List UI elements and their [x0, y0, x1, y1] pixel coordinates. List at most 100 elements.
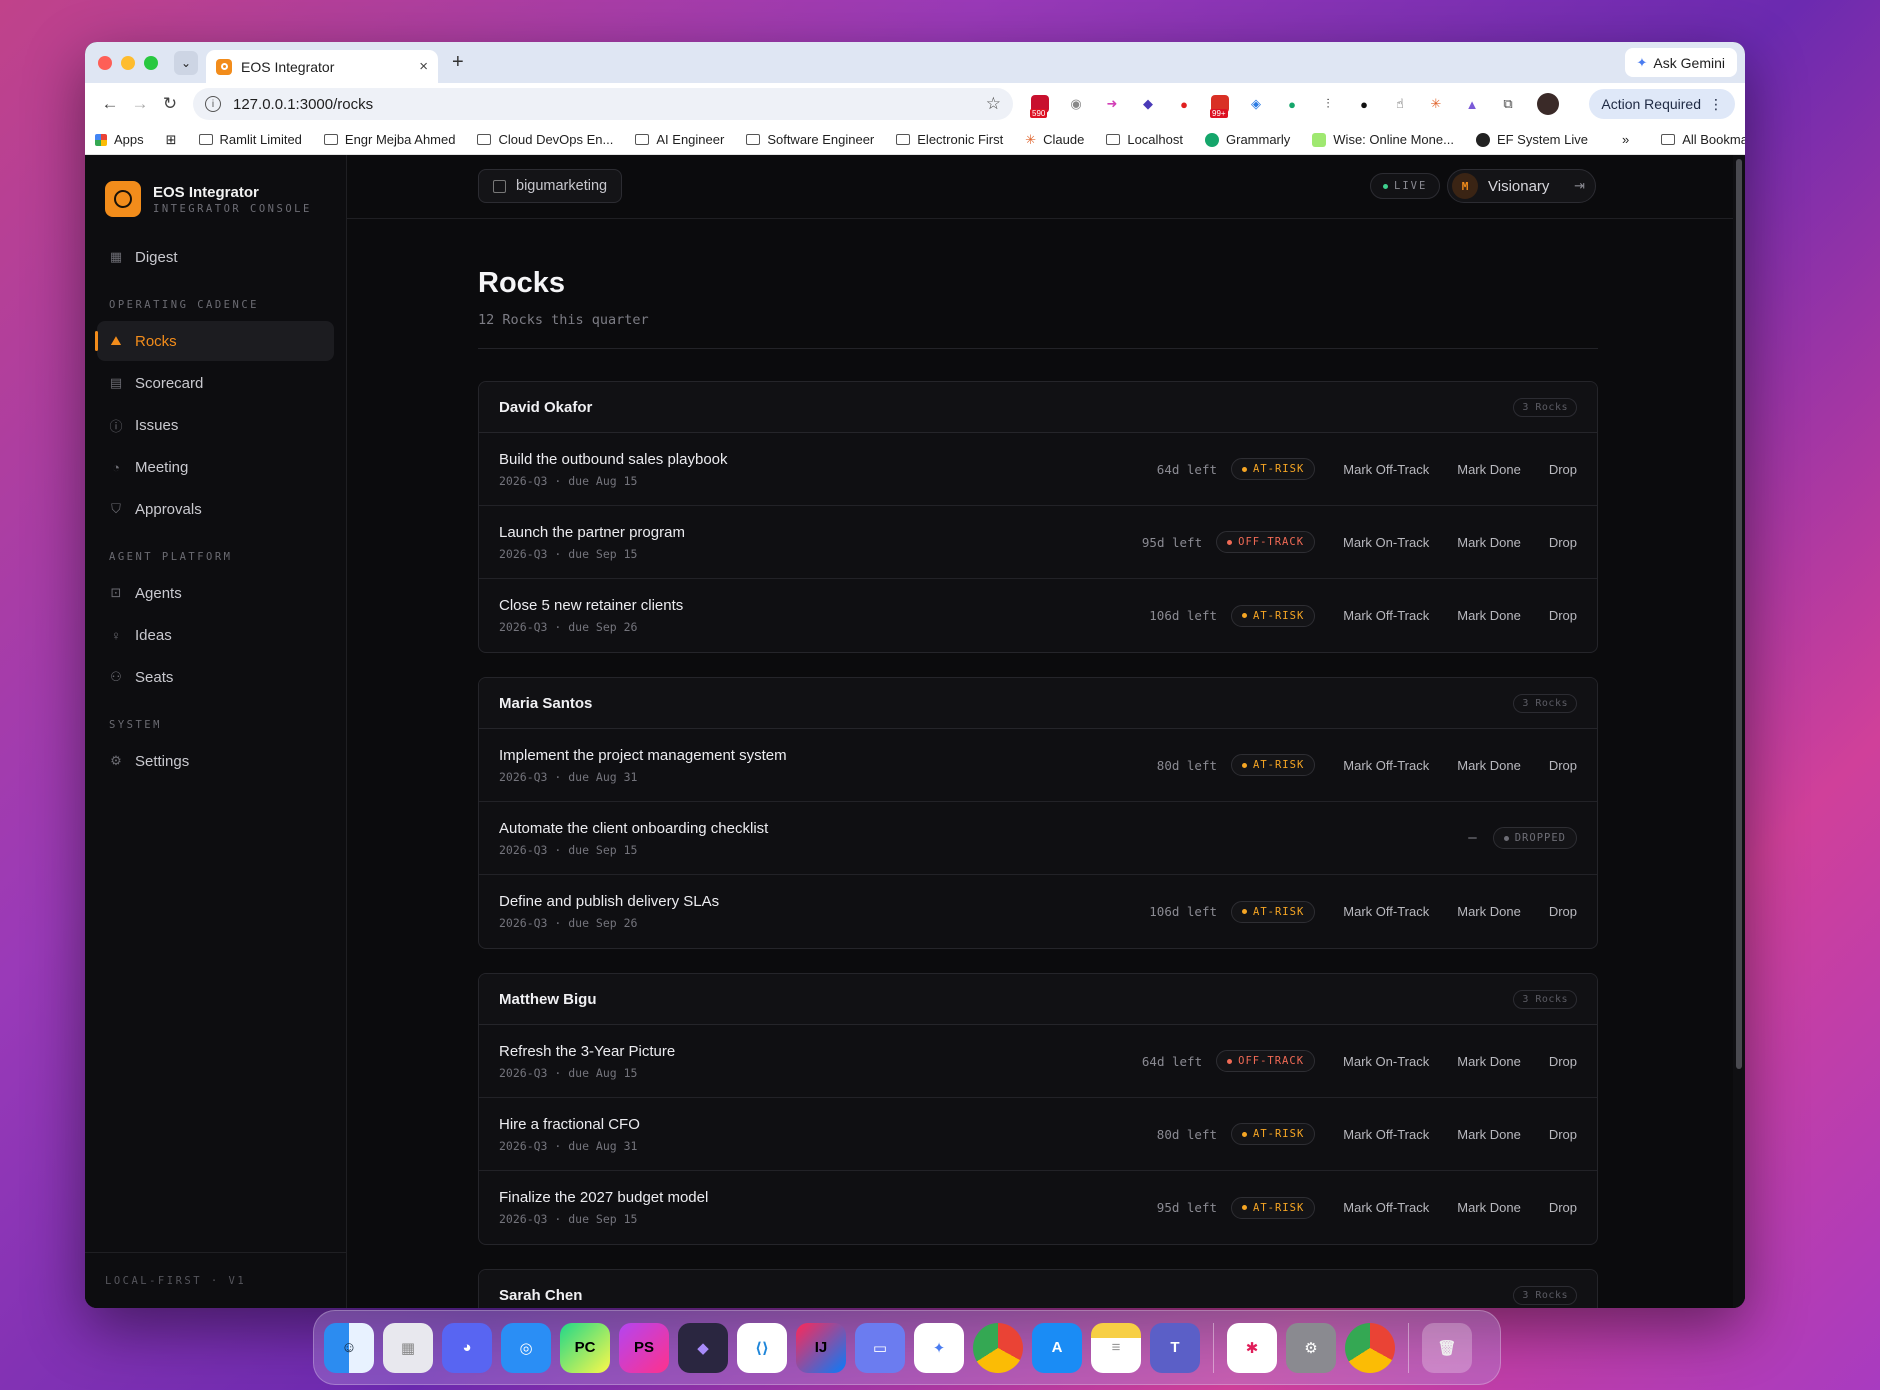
- mark-on-track-button[interactable]: Mark On-Track: [1343, 1054, 1429, 1069]
- sidebar-item-settings[interactable]: ⚙ Settings: [97, 741, 334, 781]
- all-bookmarks[interactable]: All Bookmarks: [1661, 132, 1745, 147]
- profile-avatar[interactable]: [1537, 93, 1559, 115]
- mark-done-button[interactable]: Mark Done: [1457, 608, 1521, 623]
- mark-off-track-button[interactable]: Mark Off-Track: [1343, 1200, 1429, 1215]
- app-store-icon[interactable]: A: [1032, 1322, 1082, 1373]
- drop-button[interactable]: Drop: [1549, 535, 1577, 550]
- user-menu[interactable]: M Visionary ⇥: [1447, 169, 1596, 203]
- drop-button[interactable]: Drop: [1549, 904, 1577, 919]
- notes-icon[interactable]: ≡: [1091, 1322, 1141, 1373]
- discord-icon[interactable]: ◕: [442, 1322, 492, 1373]
- mark-done-button[interactable]: Mark Done: [1457, 1054, 1521, 1069]
- bookmark-folder[interactable]: Ramlit Limited: [198, 132, 302, 147]
- hand-extension-icon[interactable]: ☝: [1387, 92, 1413, 116]
- sidebar-item-agents[interactable]: ⊡ Agents: [97, 573, 334, 613]
- rocket-extension-icon[interactable]: ▲: [1459, 92, 1485, 116]
- sidebar-item-approvals[interactable]: ⛉ Approvals: [97, 489, 334, 529]
- bookmark-folder[interactable]: Cloud DevOps En...: [477, 132, 613, 147]
- mark-off-track-button[interactable]: Mark Off-Track: [1343, 462, 1429, 477]
- workspace-switcher[interactable]: bigumarketing: [478, 169, 623, 203]
- bookmark-folder[interactable]: Localhost: [1106, 132, 1183, 147]
- diamond-extension-icon[interactable]: ◆: [1135, 92, 1161, 116]
- rock-title[interactable]: Refresh the 3-Year Picture: [499, 1043, 1142, 1060]
- grammarly-extension-icon[interactable]: ●: [1279, 92, 1305, 116]
- system-settings-icon[interactable]: ⚙: [1286, 1322, 1336, 1373]
- bookmark-folder[interactable]: Software Engineer: [746, 132, 874, 147]
- camera-extension-icon[interactable]: ◉: [1063, 92, 1089, 116]
- mark-done-button[interactable]: Mark Done: [1457, 462, 1521, 477]
- site-info-icon[interactable]: i: [205, 96, 221, 112]
- chrome-icon[interactable]: [973, 1322, 1023, 1373]
- drop-button[interactable]: Drop: [1549, 462, 1577, 477]
- arrow-extension-icon[interactable]: ➜: [1099, 92, 1125, 116]
- teams-icon[interactable]: T: [1150, 1322, 1200, 1373]
- sidebar-item-meeting[interactable]: ◔ Meeting: [97, 447, 334, 487]
- chrome-profile-icon[interactable]: [1345, 1322, 1395, 1373]
- gemini-icon[interactable]: ✦: [914, 1322, 964, 1373]
- vscode-icon[interactable]: ⟨⟩: [737, 1322, 787, 1373]
- rock-title[interactable]: Hire a fractional CFO: [499, 1116, 1157, 1133]
- mark-off-track-button[interactable]: Mark Off-Track: [1343, 758, 1429, 773]
- link-extension-icon[interactable]: ●: [1351, 92, 1377, 116]
- bookmark-claude[interactable]: ✳ Claude: [1025, 132, 1084, 148]
- trash-icon[interactable]: 🗑: [1422, 1322, 1472, 1373]
- terminal-app-icon[interactable]: ▭: [855, 1322, 905, 1373]
- obsidian-icon[interactable]: ◆: [678, 1322, 728, 1373]
- address-bar[interactable]: i 127.0.0.1:3000/rocks ☆: [193, 88, 1013, 120]
- extension-badge-icon[interactable]: 590: [1027, 92, 1053, 118]
- rock-title[interactable]: Build the outbound sales playbook: [499, 451, 1157, 468]
- fork-extension-icon[interactable]: ⫶: [1315, 92, 1341, 116]
- drop-button[interactable]: Drop: [1549, 758, 1577, 773]
- finder-icon[interactable]: ☺: [324, 1322, 374, 1373]
- launchpad-icon[interactable]: ▦: [383, 1322, 433, 1373]
- rock-title[interactable]: Close 5 new retainer clients: [499, 597, 1149, 614]
- sidebar-item-issues[interactable]: ⓘ Issues: [97, 405, 334, 445]
- bookmarks-overflow-button[interactable]: »: [1622, 132, 1629, 147]
- drop-button[interactable]: Drop: [1549, 1127, 1577, 1142]
- rock-title[interactable]: Finalize the 2027 budget model: [499, 1189, 1157, 1206]
- mark-off-track-button[interactable]: Mark Off-Track: [1343, 904, 1429, 919]
- puzzle-extensions-icon[interactable]: ⧉: [1495, 92, 1521, 116]
- sidebar-item-scorecard[interactable]: ▤ Scorecard: [97, 363, 334, 403]
- sidebar-item-digest[interactable]: ▦ Digest: [97, 237, 334, 277]
- mark-done-button[interactable]: Mark Done: [1457, 758, 1521, 773]
- claude-extension-icon[interactable]: ✳: [1423, 92, 1449, 116]
- rock-title[interactable]: Automate the client onboarding checklist: [499, 820, 1468, 837]
- mail-extension-icon[interactable]: 99+: [1207, 92, 1233, 118]
- tag-extension-icon[interactable]: ◈: [1243, 92, 1269, 116]
- bookmark-folder[interactable]: Engr Mejba Ahmed: [323, 132, 455, 147]
- mark-done-button[interactable]: Mark Done: [1457, 904, 1521, 919]
- sidebar-item-ideas[interactable]: ♀ Ideas: [97, 615, 334, 655]
- sidebar-item-seats[interactable]: ⚇ Seats: [97, 657, 334, 697]
- new-tab-button[interactable]: +: [452, 51, 464, 74]
- url-text[interactable]: 127.0.0.1:3000/rocks: [233, 96, 986, 113]
- safari-icon[interactable]: ◎: [501, 1322, 551, 1373]
- browser-tab[interactable]: EOS Integrator ×: [206, 50, 438, 83]
- mark-done-button[interactable]: Mark Done: [1457, 1127, 1521, 1142]
- bookmark-wise[interactable]: Wise: Online Mone...: [1312, 132, 1454, 147]
- bookmark-grammarly[interactable]: Grammarly: [1205, 132, 1290, 147]
- ask-gemini-button[interactable]: ✦ Ask Gemini: [1624, 48, 1737, 77]
- mark-on-track-button[interactable]: Mark On-Track: [1343, 535, 1429, 550]
- drop-button[interactable]: Drop: [1549, 1200, 1577, 1215]
- rock-title[interactable]: Define and publish delivery SLAs: [499, 893, 1149, 910]
- intellij-icon[interactable]: IJ: [796, 1322, 846, 1373]
- slack-icon[interactable]: ✱: [1227, 1322, 1277, 1373]
- minimize-window-button[interactable]: [121, 55, 135, 70]
- phpstorm-icon[interactable]: PS: [619, 1322, 669, 1373]
- bookmark-ef[interactable]: EF System Live: [1475, 132, 1588, 147]
- mark-done-button[interactable]: Mark Done: [1457, 535, 1521, 550]
- back-icon[interactable]: ←: [95, 89, 125, 119]
- rock-title[interactable]: Launch the partner program: [499, 524, 1142, 541]
- bookmark-apps[interactable]: Apps: [95, 132, 144, 147]
- sidebar-item-rocks[interactable]: ⛰ Rocks: [95, 321, 334, 361]
- action-required-button[interactable]: Action Required ⋮: [1589, 89, 1735, 119]
- bookmark-tab-groups[interactable]: ⊞: [166, 132, 177, 148]
- mark-done-button[interactable]: Mark Done: [1457, 1200, 1521, 1215]
- bookmark-folder[interactable]: AI Engineer: [635, 132, 724, 147]
- mark-off-track-button[interactable]: Mark Off-Track: [1343, 608, 1429, 623]
- drop-button[interactable]: Drop: [1549, 1054, 1577, 1069]
- tab-search-button[interactable]: ⌄: [174, 50, 198, 75]
- pycharm-icon[interactable]: PC: [560, 1322, 610, 1373]
- zoom-window-button[interactable]: [144, 55, 158, 70]
